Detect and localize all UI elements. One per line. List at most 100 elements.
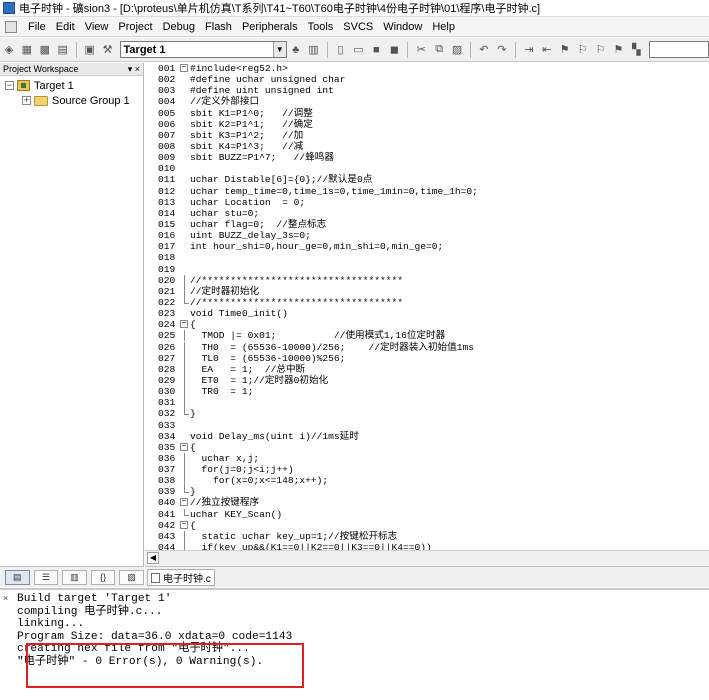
- templates-tab-icon[interactable]: ▧: [119, 569, 144, 585]
- toolbar-separator: [407, 41, 409, 58]
- code-line: 040−//独立按键程序: [145, 497, 709, 509]
- menu-project[interactable]: Project: [113, 21, 157, 33]
- save-all-icon[interactable]: ◼: [386, 42, 402, 58]
- line-number: 008: [145, 140, 180, 153]
- fold-marker: [180, 85, 190, 96]
- line-number: 043: [145, 530, 180, 543]
- code-text: sbit K3=P1^2; //加: [190, 129, 304, 141]
- new-file-icon[interactable]: ▯: [333, 42, 349, 58]
- collapse-icon[interactable]: −: [5, 81, 14, 90]
- target-select[interactable]: Target 1 ▼: [119, 41, 287, 58]
- code-line: 017 int hour_shi=0,hour_ge=0,min_shi=0,mi…: [145, 241, 709, 253]
- line-number: 018: [145, 252, 180, 264]
- code-text: uchar Distable[6]={0};//默认是0点: [190, 174, 373, 186]
- fold-marker: [180, 252, 190, 263]
- cut-icon[interactable]: ✂: [413, 42, 429, 58]
- find-input[interactable]: [649, 41, 709, 58]
- fold-marker: [180, 408, 190, 419]
- code-line: 030 TR0 = 1;: [145, 386, 709, 398]
- paste-icon[interactable]: ▨: [449, 42, 465, 58]
- redo-icon[interactable]: ↷: [494, 42, 510, 58]
- clear-bookmarks-icon[interactable]: ⚑: [610, 42, 626, 58]
- functions-tab-icon[interactable]: {}: [90, 569, 116, 585]
- menu-window[interactable]: Window: [378, 21, 427, 33]
- workspace-controls[interactable]: ▾ ×: [128, 64, 140, 75]
- menu-debug[interactable]: Debug: [158, 21, 200, 33]
- menu-tools[interactable]: Tools: [303, 21, 339, 33]
- chevron-down-icon[interactable]: ▼: [272, 42, 286, 57]
- scroll-left-icon[interactable]: ◀: [147, 552, 159, 564]
- unindent-icon[interactable]: ⇤: [539, 42, 555, 58]
- code-line: 043 static uchar key_up=1;//按键松开标志: [145, 530, 709, 543]
- open-folder-icon[interactable]: ▭: [351, 42, 367, 58]
- close-icon[interactable]: ×: [3, 593, 8, 603]
- line-number: 038: [145, 475, 180, 487]
- fold-marker: [180, 141, 190, 152]
- menu-peripherals[interactable]: Peripherals: [237, 21, 303, 33]
- download-icon[interactable]: ▤: [55, 42, 71, 58]
- target-settings-icon[interactable]: ♣: [288, 42, 304, 58]
- code-line: 021 //定时器初始化: [145, 285, 709, 297]
- tree-item-target[interactable]: − Target 1: [0, 78, 143, 93]
- file-tab[interactable]: 电子时钟.c: [147, 569, 215, 586]
- fold-marker[interactable]: −: [180, 63, 190, 74]
- code-line: 035−{: [145, 441, 709, 453]
- project-workspace: Project Workspace ▾ × − Target 1 + Sourc…: [0, 63, 144, 568]
- fold-marker: [180, 530, 190, 542]
- code-line: 002 #define uchar unsigned char: [145, 74, 709, 86]
- line-number: 006: [145, 118, 180, 130]
- code-editor[interactable]: 001− #include<reg52.h> 002 #define uchar un…: [145, 63, 709, 551]
- fold-marker: [180, 186, 190, 197]
- compile-icon[interactable]: ◈: [1, 42, 17, 58]
- fold-marker[interactable]: −: [180, 442, 190, 453]
- menu-edit[interactable]: Edit: [51, 21, 80, 33]
- toolbar-separator: [326, 41, 328, 58]
- tree-item-source-group[interactable]: + Source Group 1: [0, 93, 143, 108]
- code-text: //***********************************: [190, 296, 404, 308]
- find-icon[interactable]: ▚: [628, 42, 644, 58]
- target-options-icon[interactable]: ⚒: [100, 42, 116, 58]
- code-text: int hour_shi=0,hour_ge=0,min_shi=0,min_g…: [190, 241, 444, 253]
- manage-components-icon[interactable]: ▥: [306, 42, 322, 58]
- fold-marker[interactable]: −: [180, 497, 190, 508]
- code-line: 033: [145, 419, 709, 431]
- menu-help[interactable]: Help: [427, 21, 460, 33]
- line-number: 021: [145, 285, 180, 297]
- fold-marker: [180, 74, 190, 85]
- code-line: 005 sbit K1=P1^0; //调整: [145, 107, 709, 119]
- horizontal-scrollbar[interactable]: ◀: [145, 550, 709, 566]
- menu-bar: File Edit View Project Debug Flash Perip…: [0, 17, 709, 37]
- stop-build-icon[interactable]: ▣: [82, 42, 98, 58]
- undo-icon[interactable]: ↶: [476, 42, 492, 58]
- files-tab-icon[interactable]: ▤: [5, 569, 30, 585]
- line-number: 025: [145, 330, 180, 342]
- toolbar-separator: [75, 41, 77, 58]
- code-line: 004 //定义外部接口: [145, 96, 709, 108]
- books-tab-icon[interactable]: ▥: [62, 569, 87, 585]
- menu-flash[interactable]: Flash: [200, 21, 237, 33]
- fold-marker: [180, 431, 190, 442]
- line-number: 007: [145, 129, 180, 141]
- fold-marker[interactable]: −: [180, 520, 190, 531]
- build-icon[interactable]: ▦: [19, 42, 35, 58]
- next-bookmark-icon[interactable]: ⚐: [593, 42, 609, 58]
- menu-svcs[interactable]: SVCS: [338, 21, 378, 33]
- prev-bookmark-icon[interactable]: ⚐: [575, 42, 591, 58]
- line-number: 029: [145, 374, 180, 387]
- expand-icon[interactable]: +: [22, 96, 31, 105]
- menu-file[interactable]: File: [23, 21, 51, 33]
- fold-marker: [180, 130, 190, 141]
- indent-icon[interactable]: ⇥: [521, 42, 537, 58]
- regs-tab-icon[interactable]: ☰: [33, 569, 59, 585]
- fold-marker[interactable]: −: [180, 319, 190, 330]
- line-number: 013: [145, 196, 180, 208]
- code-text: EA = 1; //总中断: [190, 363, 306, 375]
- rebuild-icon[interactable]: ▩: [37, 42, 53, 58]
- workspace-tabs: ▤ ☰ ▥ {} ▧: [0, 566, 144, 587]
- save-icon[interactable]: ■: [368, 42, 384, 58]
- code-line: 016 uint BUZZ_delay_3s=0;: [145, 230, 709, 242]
- menu-view[interactable]: View: [80, 21, 114, 33]
- code-line: 012 uchar temp_time=0,time_1s=0,time_1min…: [145, 185, 709, 197]
- copy-icon[interactable]: ⧉: [431, 42, 447, 58]
- bookmark-icon[interactable]: ⚑: [557, 42, 573, 58]
